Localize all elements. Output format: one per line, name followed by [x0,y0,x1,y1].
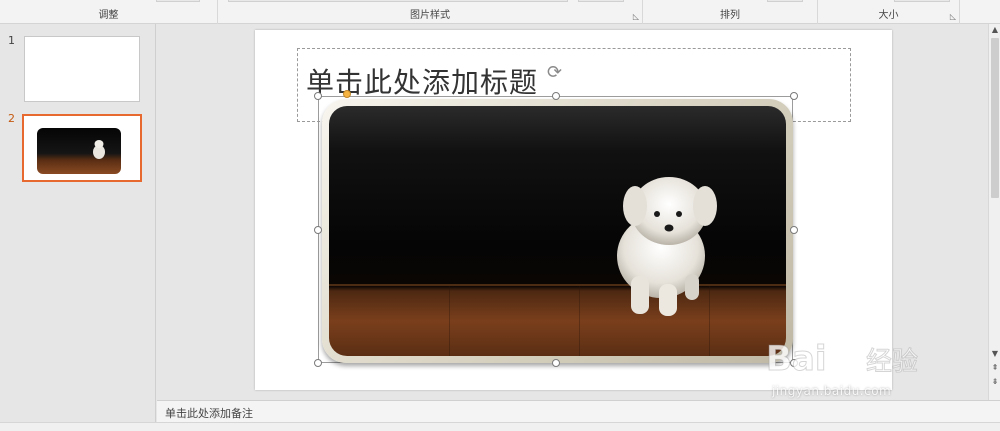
ribbon-group-size: 大小 ◺ [818,0,960,24]
ribbon-group-arrange: 排列 [643,0,818,24]
resize-handle-left[interactable] [314,226,322,234]
resize-handle-top-right[interactable] [790,92,798,100]
notes-pane[interactable]: 单击此处添加备注 [157,400,1000,422]
resize-handle-top-left[interactable] [314,92,322,100]
scrollbar-thumb[interactable] [991,38,999,198]
shape-adjust-handle[interactable] [343,90,351,98]
slide-thumbnail-2[interactable] [22,114,142,182]
ribbon-group-label: 排列 [720,10,740,21]
dialog-launcher-icon[interactable]: ◺ [950,12,956,21]
title-placeholder-text[interactable]: 单击此处添加标题 [306,61,538,101]
dog-photo [329,106,786,356]
ribbon: 调整 图片样式 ◺ 排列 大小 ◺ [0,0,1000,24]
slide-thumbnail-pane: 1 2 [0,24,156,422]
slide[interactable]: 单击此处添加标题 ⟳ [255,30,892,390]
ribbon-group-picture-styles: 图片样式 ◺ [218,0,643,24]
vertical-scrollbar[interactable]: ▲ ▼ ⇞ ⇟ [988,24,1000,400]
slide-number: 2 [8,112,15,125]
status-bar [0,422,1000,431]
ribbon-control-fragment[interactable] [578,0,624,2]
ribbon-group-label: 图片样式 [410,10,450,21]
ribbon-control-fragment[interactable] [156,0,200,2]
picture-styles-gallery[interactable] [228,0,568,2]
slide-number: 1 [8,34,15,47]
dog-icon [617,177,717,316]
notes-placeholder[interactable]: 单击此处添加备注 [165,405,253,421]
dialog-launcher-icon[interactable]: ◺ [633,12,639,21]
ribbon-group-adjust: 调整 [0,0,218,24]
ribbon-control-fragment[interactable] [767,0,803,2]
scroll-up-icon[interactable]: ▲ [989,24,1000,36]
rotate-handle-icon[interactable]: ⟳ [547,62,562,83]
scroll-down-icon[interactable]: ▼ [989,348,1000,360]
previous-slide-icon[interactable]: ⇞ [989,362,1000,374]
dog-thumbnail-icon [93,140,105,159]
ribbon-group-label: 大小 [878,10,899,21]
resize-handle-bottom-right[interactable] [790,359,798,367]
slide-thumbnail-1[interactable] [24,36,140,102]
ribbon-control-fragment[interactable] [894,0,950,2]
resize-handle-bottom-left[interactable] [314,359,322,367]
powerpoint-window: 调整 图片样式 ◺ 排列 大小 ◺ 1 2 单击此处添加标题 ⟳ ▲ ▼ ⇞ ⇟… [0,0,1000,431]
ribbon-group-label: 调整 [98,10,119,21]
resize-handle-top[interactable] [552,92,560,100]
picture-rounded-frame [322,99,793,363]
resize-handle-right[interactable] [790,226,798,234]
resize-handle-bottom[interactable] [552,359,560,367]
slide-editing-canvas: 单击此处添加标题 ⟳ [157,24,988,400]
next-slide-icon[interactable]: ⇟ [989,376,1000,388]
selected-picture[interactable] [314,90,798,367]
thumbnail-dog-picture [37,128,121,174]
